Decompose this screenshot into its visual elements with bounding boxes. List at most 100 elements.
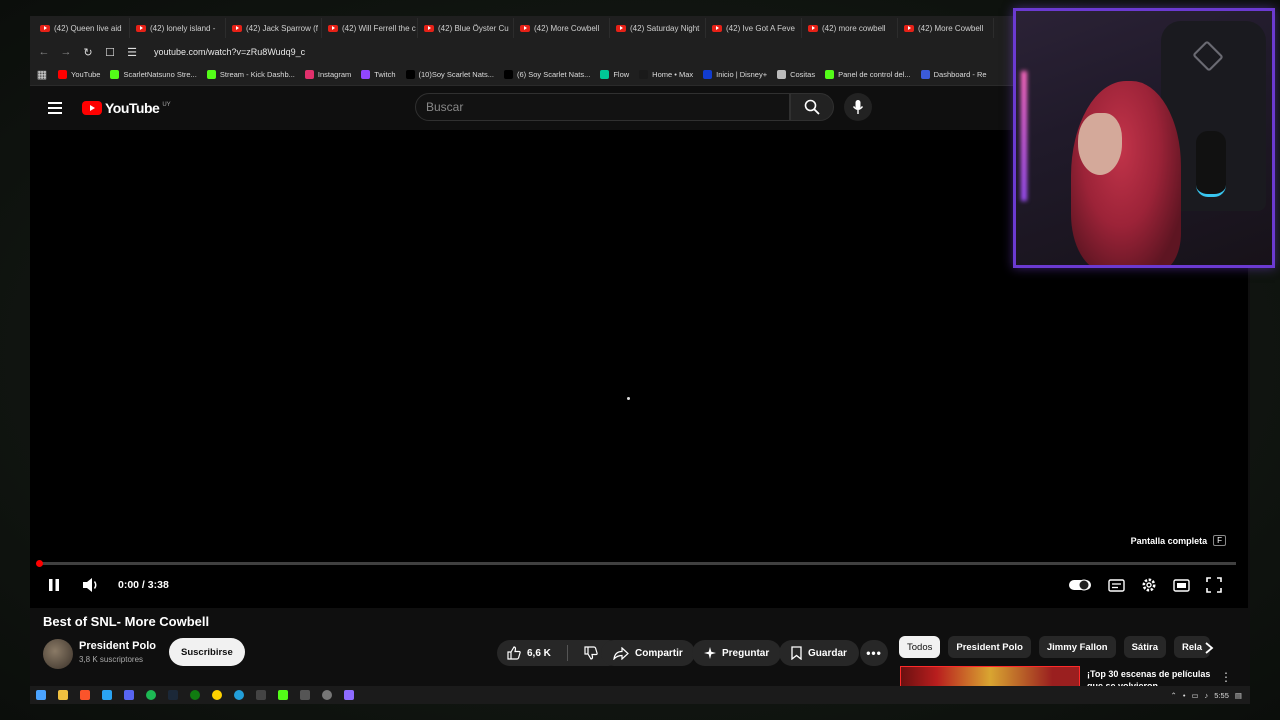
- brave-browser-icon[interactable]: [80, 690, 90, 700]
- scrubber-handle[interactable]: [36, 560, 44, 567]
- browser-tab[interactable]: (42) more cowbell: [802, 18, 898, 38]
- save-button[interactable]: Guardar: [779, 640, 859, 666]
- bookmark-favicon-icon: [920, 70, 930, 79]
- like-button[interactable]: 6,6 K: [497, 640, 561, 666]
- bookmark-item[interactable]: Instagram: [304, 70, 351, 79]
- app-icon-dark[interactable]: [300, 690, 310, 700]
- logo-text: YouTube: [105, 100, 160, 116]
- save-label: Guardar: [808, 647, 847, 659]
- bookmark-item[interactable]: Panel de control del...: [825, 70, 911, 79]
- notifications-icon[interactable]: ▤: [1235, 691, 1242, 700]
- like-divider: [566, 645, 568, 661]
- browser-tab[interactable]: (42) Queen live aid: [34, 18, 130, 38]
- youtube-logo[interactable]: YouTube UY: [82, 100, 171, 116]
- more-horizontal-icon: •••: [866, 646, 882, 660]
- file-explorer-icon[interactable]: [58, 690, 68, 700]
- theater-mode-button[interactable]: [1173, 578, 1190, 592]
- browser-tab[interactable]: (42) More Cowbell: [514, 18, 610, 38]
- autoplay-toggle[interactable]: [1068, 578, 1092, 592]
- menu-icon[interactable]: [48, 102, 62, 114]
- tray-volume-icon[interactable]: ♪: [1205, 691, 1209, 700]
- bookmark-item[interactable]: Cositas: [777, 70, 815, 79]
- telegram-icon[interactable]: [234, 690, 244, 700]
- share-button[interactable]: Compartir: [601, 640, 695, 666]
- recommendation-thumbnail[interactable]: [900, 666, 1080, 686]
- bookmark-label: ScarletNatsuno Stre...: [123, 70, 197, 79]
- tray-network-icon[interactable]: ▭: [1191, 691, 1198, 700]
- start-icon[interactable]: [36, 690, 46, 700]
- browser-tab[interactable]: (42) More Cowbell: [898, 18, 994, 38]
- ask-button[interactable]: Preguntar: [692, 640, 782, 666]
- settings-button[interactable]: [1141, 577, 1157, 593]
- browser-tab[interactable]: (42) Blue Öyster Cu: [418, 18, 514, 38]
- browser-tab[interactable]: (42) Ive Got A Feve: [706, 18, 802, 38]
- kick-icon[interactable]: [278, 690, 288, 700]
- streamer-hair: [1071, 81, 1181, 265]
- apps-grid-icon[interactable]: ▦: [36, 68, 48, 81]
- channel-avatar[interactable]: [43, 639, 73, 669]
- bookmark-item[interactable]: Flow: [600, 70, 629, 79]
- bookmark-item[interactable]: (10)Soy Scarlet Nats...: [405, 70, 494, 79]
- tray-mic-icon[interactable]: •: [1183, 691, 1186, 700]
- bookmark-item[interactable]: (6) Soy Scarlet Nats...: [503, 70, 590, 79]
- site-info-icon[interactable]: ☰: [126, 46, 138, 59]
- youtube-favicon-icon: [232, 24, 242, 32]
- bookmark-favicon-icon: [361, 70, 371, 79]
- search-input[interactable]: Buscar: [415, 93, 790, 121]
- tab-label: (42) Saturday Night: [630, 23, 700, 33]
- filter-chip[interactable]: President Polo: [948, 636, 1031, 658]
- discord-icon[interactable]: [124, 690, 134, 700]
- browser-tab[interactable]: (42) Saturday Night: [610, 18, 706, 38]
- bookmark-item[interactable]: Dashboard - Re: [920, 70, 987, 79]
- search-button[interactable]: [790, 93, 834, 121]
- streaming-microphone: [1196, 131, 1226, 197]
- bookmark-icon[interactable]: ☐: [104, 46, 116, 59]
- forward-icon[interactable]: →: [60, 46, 72, 58]
- voice-search-button[interactable]: [844, 93, 872, 121]
- app-icon-circle[interactable]: [322, 690, 332, 700]
- spotify-icon[interactable]: [146, 690, 156, 700]
- subtitles-button[interactable]: [1108, 578, 1125, 592]
- app-icon-purple[interactable]: [344, 690, 354, 700]
- bookmark-label: Cositas: [790, 70, 816, 79]
- bookmark-item[interactable]: Home • Max: [639, 70, 693, 79]
- volume-button[interactable]: [82, 577, 100, 593]
- bookmark-label: Stream - Kick Dashb...: [219, 70, 295, 79]
- reload-icon[interactable]: ↻: [82, 46, 94, 59]
- browser-tab[interactable]: (42) Will Ferrell the c: [322, 18, 418, 38]
- app-icon[interactable]: [102, 690, 112, 700]
- bookmark-favicon-icon: [58, 70, 67, 79]
- back-icon[interactable]: ←: [38, 46, 50, 58]
- more-actions-button[interactable]: •••: [860, 640, 888, 666]
- bookmark-item[interactable]: Inicio | Disney+: [703, 70, 767, 79]
- filter-chip[interactable]: Sátira: [1123, 636, 1166, 658]
- volume-icon: [83, 578, 97, 592]
- bookmark-item[interactable]: ScarletNatsuno Stre...: [110, 70, 197, 79]
- fullscreen-button[interactable]: [1206, 577, 1222, 593]
- progress-bar[interactable]: [36, 560, 1236, 567]
- recommendation-title[interactable]: ¡Top 30 escenas de películas que se volv…: [1087, 668, 1217, 686]
- bookmark-label: Dashboard - Re: [933, 70, 987, 79]
- url-field[interactable]: youtube.com/watch?v=zRu8Wudq9_c: [154, 47, 305, 57]
- tab-label: (42) More Cowbell: [534, 23, 600, 33]
- tray-chevron-icon[interactable]: ⌃: [1171, 691, 1177, 700]
- recommendation-menu-icon[interactable]: ⋮: [1220, 670, 1232, 684]
- app-icon-yellow[interactable]: [212, 690, 222, 700]
- bookmark-item[interactable]: YouTube: [58, 70, 100, 79]
- pause-button[interactable]: [48, 578, 60, 592]
- xbox-icon[interactable]: [190, 690, 200, 700]
- channel-name[interactable]: President Polo: [79, 640, 156, 652]
- subscribe-button[interactable]: Suscribirse: [169, 638, 245, 666]
- youtube-play-icon: [82, 101, 102, 115]
- filter-chip[interactable]: Jimmy Fallon: [1038, 636, 1116, 658]
- chip-next-button[interactable]: [1204, 641, 1214, 659]
- bookmark-item[interactable]: Twitch: [361, 70, 396, 79]
- steam-icon[interactable]: [168, 690, 178, 700]
- browser-tab[interactable]: (42) lonely island -: [130, 18, 226, 38]
- app-icon-gray[interactable]: [256, 690, 266, 700]
- filter-chip[interactable]: Todos: [899, 636, 941, 658]
- bookmark-label: Flow: [613, 70, 630, 79]
- bookmark-item[interactable]: Stream - Kick Dashb...: [206, 70, 295, 79]
- clock[interactable]: 5:55: [1214, 691, 1229, 700]
- browser-tab[interactable]: (42) Jack Sparrow (f: [226, 18, 322, 38]
